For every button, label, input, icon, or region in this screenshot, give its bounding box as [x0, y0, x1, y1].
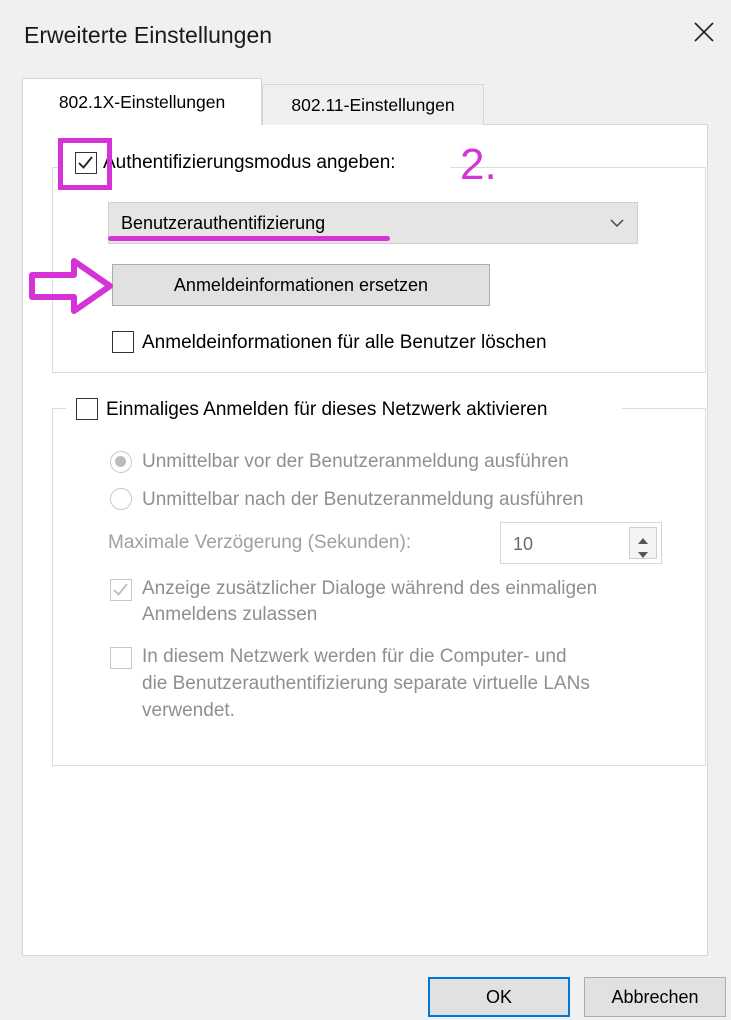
radio-before-logon[interactable] — [110, 451, 132, 473]
max-delay-value: 10 — [513, 534, 534, 554]
allow-dialogs-label-line2: Anmeldens zulassen — [142, 604, 318, 625]
delete-all-credentials-label: Anmeldeinformationen für alle Benutzer l… — [142, 332, 547, 353]
max-delay-spinner[interactable]: 10 — [500, 522, 662, 564]
ok-button[interactable]: OK — [428, 977, 570, 1017]
delete-all-credentials-checkbox[interactable] — [112, 331, 134, 353]
cancel-button[interactable]: Abbrechen — [584, 977, 726, 1017]
specify-auth-mode-label: Authentifizierungsmodus angeben: — [103, 152, 396, 173]
annotation-checkbox-highlight — [58, 138, 112, 190]
close-icon[interactable] — [690, 18, 718, 46]
annotation-underline — [108, 236, 390, 241]
spinner-buttons[interactable] — [629, 527, 657, 559]
separate-vlans-checkbox[interactable] — [110, 647, 132, 669]
spin-down-icon[interactable] — [637, 546, 649, 564]
replace-credentials-button[interactable]: Anmeldeinformationen ersetzen — [112, 264, 490, 306]
chevron-down-icon — [609, 216, 625, 234]
max-delay-label: Maximale Verzögerung (Sekunden): — [108, 532, 412, 553]
allow-dialogs-label-line1: Anzeige zusätzlicher Dialoge während des… — [142, 578, 598, 599]
radio-before-logon-label: Unmittelbar vor der Benutzeranmeldung au… — [142, 451, 569, 472]
radio-after-logon-label: Unmittelbar nach der Benutzeranmeldung a… — [142, 489, 584, 510]
allow-dialogs-checkbox[interactable] — [110, 579, 132, 601]
tab-8021x[interactable]: 802.1X-Einstellungen — [22, 78, 262, 125]
annotation-arrow-icon — [26, 255, 118, 322]
separate-vlans-label-line1: In diesem Netzwerk werden für die Comput… — [142, 646, 567, 667]
window-title: Erweiterte Einstellungen — [24, 22, 273, 48]
annotation-step-number: 2. — [460, 140, 497, 189]
separate-vlans-label-line3: verwendet. — [142, 700, 235, 721]
separate-vlans-label-line2: die Benutzerauthentifizierung separate v… — [142, 673, 590, 694]
enable-sso-label: Einmaliges Anmelden für dieses Netzwerk … — [106, 399, 548, 420]
auth-mode-value: Benutzerauthentifizierung — [121, 213, 326, 233]
radio-after-logon[interactable] — [110, 488, 132, 510]
enable-sso-checkbox[interactable] — [76, 398, 98, 420]
tab-80211[interactable]: 802.11-Einstellungen — [262, 84, 484, 125]
